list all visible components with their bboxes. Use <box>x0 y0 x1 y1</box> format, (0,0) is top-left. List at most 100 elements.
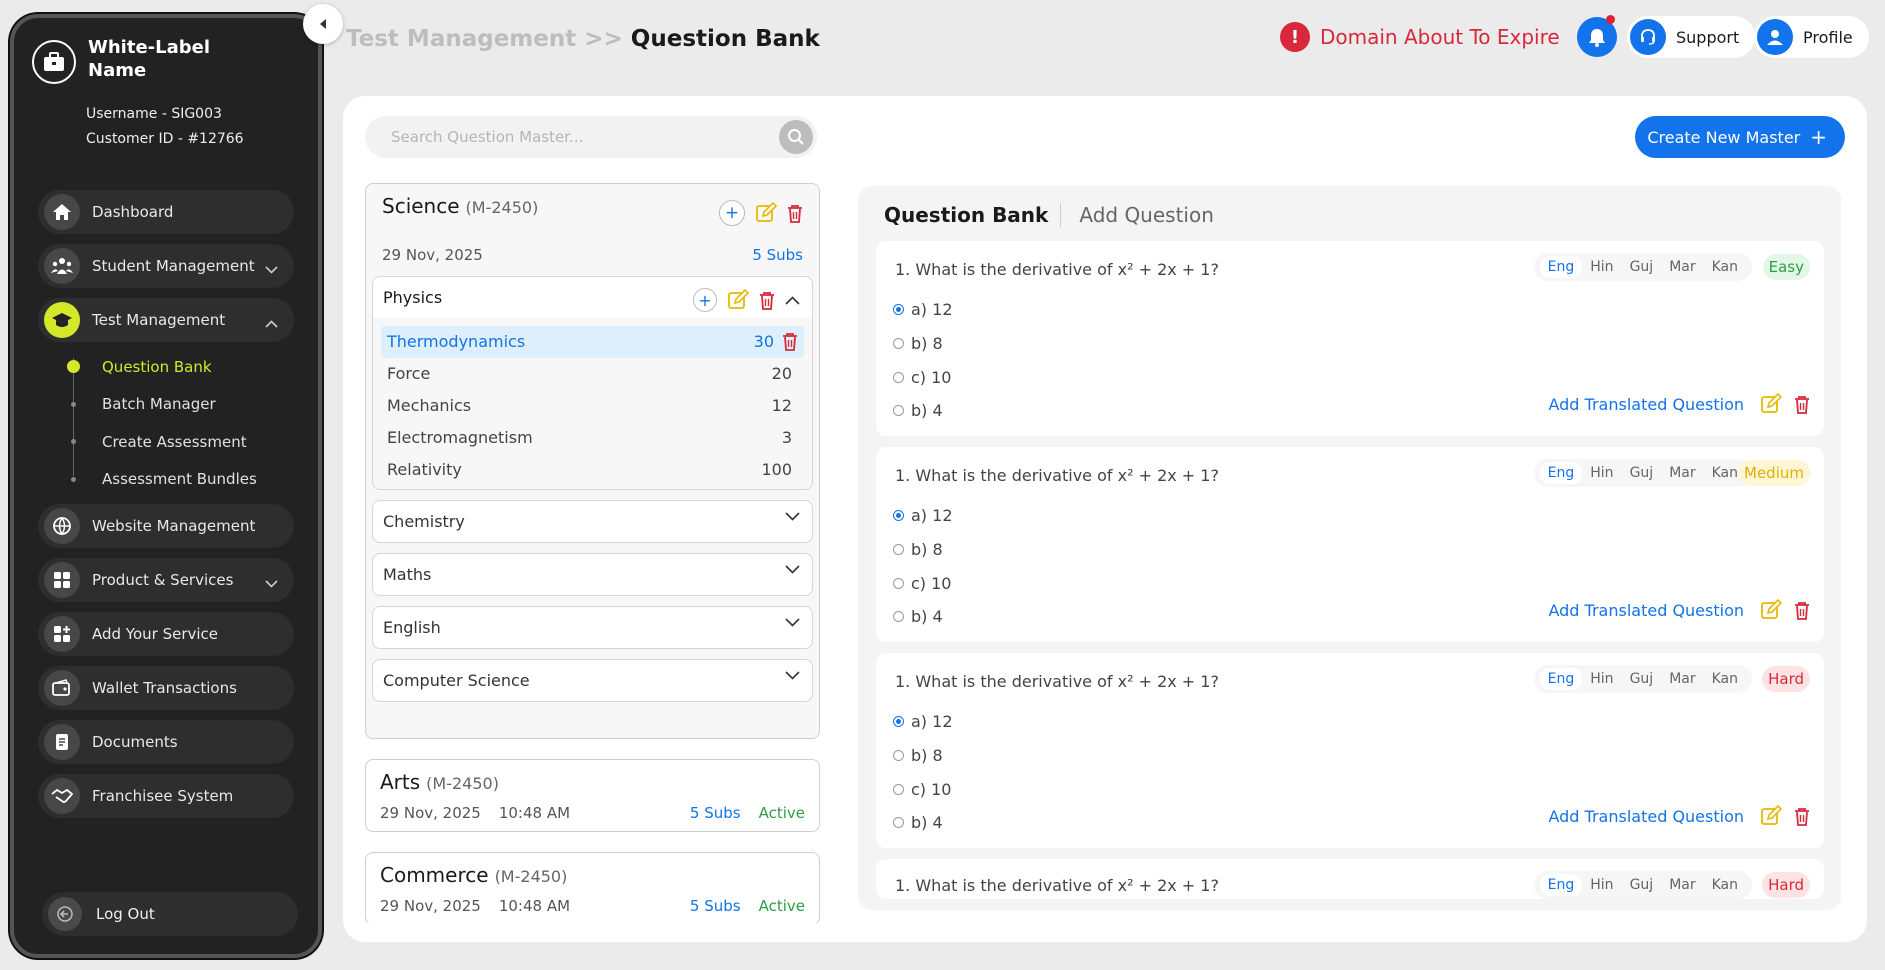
sidebar-item-website-management[interactable]: Website Management <box>38 504 294 548</box>
lang-option[interactable]: Hin <box>1582 877 1621 893</box>
option-item[interactable]: b) 4 <box>892 394 953 428</box>
delete-icon[interactable] <box>1794 807 1810 826</box>
radio-icon[interactable] <box>893 405 904 417</box>
radio-icon[interactable] <box>893 783 904 795</box>
option-item[interactable]: b) 8 <box>892 739 953 773</box>
radio-icon[interactable] <box>893 611 904 623</box>
subject-header[interactable]: Chemistry <box>373 501 812 542</box>
add-translated-question-link[interactable]: Add Translated Question <box>1548 395 1744 414</box>
option-item[interactable]: b) 8 <box>892 327 953 361</box>
add-subject-button[interactable]: + <box>719 200 745 226</box>
profile-button[interactable]: Profile <box>1754 16 1869 58</box>
lang-option[interactable]: Eng <box>1539 462 1583 484</box>
option-item[interactable]: b) 4 <box>892 806 953 840</box>
topic-item[interactable]: Force 20 <box>381 358 804 390</box>
domain-expiry-warning[interactable]: ! Domain About To Expire <box>1280 22 1560 52</box>
edit-icon[interactable] <box>1760 393 1782 415</box>
subnav-item-assessment-bundles[interactable]: Assessment Bundles <box>66 461 294 499</box>
sidebar-collapse-button[interactable] <box>303 4 343 44</box>
radio-icon[interactable] <box>893 371 904 383</box>
subnav-item-batch-manager[interactable]: Batch Manager <box>66 386 294 424</box>
topic-item[interactable]: Electromagnetism 3 <box>381 421 804 453</box>
subnav-item-create-assessment[interactable]: Create Assessment <box>66 423 294 461</box>
edit-icon[interactable] <box>727 289 749 311</box>
option-item[interactable]: a) 12 <box>892 705 953 739</box>
subject-computer-science[interactable]: Computer Science <box>372 659 813 702</box>
delete-icon[interactable] <box>759 291 775 310</box>
sidebar-item-dashboard[interactable]: Dashboard <box>38 190 294 234</box>
sidebar-item-franchisee[interactable]: Franchisee System <box>38 774 294 818</box>
lang-option[interactable]: Guj <box>1622 465 1662 481</box>
edit-icon[interactable] <box>755 202 777 224</box>
subject-header[interactable]: Physics + <box>373 277 812 318</box>
master-subs[interactable]: 5 Subs <box>690 804 741 822</box>
option-item[interactable]: c) 10 <box>892 360 953 394</box>
lang-option[interactable]: Mar <box>1661 671 1703 687</box>
topic-item[interactable]: Relativity 100 <box>381 453 804 485</box>
sidebar-item-add-service[interactable]: Add Your Service <box>38 612 294 656</box>
lang-option[interactable]: Kan <box>1704 877 1746 893</box>
sidebar-item-wallet[interactable]: Wallet Transactions <box>38 666 294 710</box>
option-item[interactable]: a) 12 <box>892 499 953 533</box>
lang-option[interactable]: Hin <box>1582 259 1621 275</box>
sidebar-item-test-management[interactable]: Test Management <box>38 298 294 342</box>
delete-icon[interactable] <box>1794 395 1810 414</box>
tab-add-question[interactable]: Add Question <box>1079 203 1226 227</box>
lang-option[interactable]: Eng <box>1539 668 1583 690</box>
radio-icon[interactable] <box>893 577 904 589</box>
sidebar-item-product-services[interactable]: Product & Services <box>38 558 294 602</box>
lang-option[interactable]: Kan <box>1704 259 1746 275</box>
lang-option[interactable]: Mar <box>1661 259 1703 275</box>
option-item[interactable]: c) 10 <box>892 566 953 600</box>
radio-icon[interactable] <box>893 304 904 316</box>
lang-option[interactable]: Eng <box>1539 256 1583 278</box>
delete-icon[interactable] <box>787 204 803 223</box>
tab-question-bank[interactable]: Question Bank <box>884 203 1062 227</box>
lang-option[interactable]: Kan <box>1704 671 1746 687</box>
radio-icon[interactable] <box>893 544 904 556</box>
logout-button[interactable]: Log Out <box>42 892 298 936</box>
search-button[interactable] <box>779 120 813 154</box>
master-subs[interactable]: 5 Subs <box>752 246 803 264</box>
topic-item[interactable]: Thermodynamics 30 <box>381 326 804 358</box>
lang-option[interactable]: Mar <box>1661 465 1703 481</box>
search-input[interactable] <box>391 128 751 146</box>
add-topic-button[interactable]: + <box>693 288 717 312</box>
delete-icon[interactable] <box>782 332 798 352</box>
subject-header[interactable]: Maths <box>373 554 812 595</box>
sidebar-item-student-management[interactable]: Student Management <box>38 244 294 288</box>
notification-button[interactable] <box>1577 15 1617 57</box>
chevron-up-icon[interactable] <box>785 295 800 305</box>
create-new-master-button[interactable]: Create New Master + <box>1635 116 1845 158</box>
breadcrumb-parent[interactable]: Test Management >> <box>346 26 623 52</box>
sidebar-item-documents[interactable]: Documents <box>38 720 294 764</box>
subject-header[interactable]: Computer Science <box>373 660 812 701</box>
lang-option[interactable]: Hin <box>1582 465 1621 481</box>
add-translated-question-link[interactable]: Add Translated Question <box>1548 807 1744 826</box>
support-button[interactable]: Support <box>1627 16 1756 58</box>
delete-icon[interactable] <box>1794 601 1810 620</box>
subnav-item-question-bank[interactable]: Question Bank <box>66 348 294 386</box>
edit-icon[interactable] <box>1760 599 1782 621</box>
topic-item[interactable]: Mechanics 12 <box>381 390 804 422</box>
lang-option[interactable]: Guj <box>1622 877 1662 893</box>
radio-icon[interactable] <box>893 750 904 762</box>
master-card-arts[interactable]: Arts (M-2450) 29 Nov, 2025 10:48 AM 5 Sub… <box>365 759 820 832</box>
radio-icon[interactable] <box>893 338 904 350</box>
master-header[interactable]: Science (M-2450) + 29 Nov, 2025 5 Subs <box>372 194 813 276</box>
radio-icon[interactable] <box>893 817 904 829</box>
subject-english[interactable]: English <box>372 606 813 649</box>
master-card-commerce[interactable]: Commerce (M-2450) 29 Nov, 2025 10:48 AM 5… <box>365 852 820 923</box>
option-item[interactable]: b) 8 <box>892 533 953 567</box>
subject-header[interactable]: English <box>373 607 812 648</box>
add-translated-question-link[interactable]: Add Translated Question <box>1548 601 1744 620</box>
subject-chemistry[interactable]: Chemistry <box>372 500 813 543</box>
option-item[interactable]: c) 10 <box>892 772 953 806</box>
edit-icon[interactable] <box>1760 805 1782 827</box>
option-item[interactable]: b) 4 <box>892 600 953 634</box>
lang-option[interactable]: Guj <box>1622 259 1662 275</box>
lang-option[interactable]: Mar <box>1661 877 1703 893</box>
lang-option[interactable]: Guj <box>1622 671 1662 687</box>
lang-option[interactable]: Eng <box>1539 874 1583 896</box>
subject-maths[interactable]: Maths <box>372 553 813 596</box>
